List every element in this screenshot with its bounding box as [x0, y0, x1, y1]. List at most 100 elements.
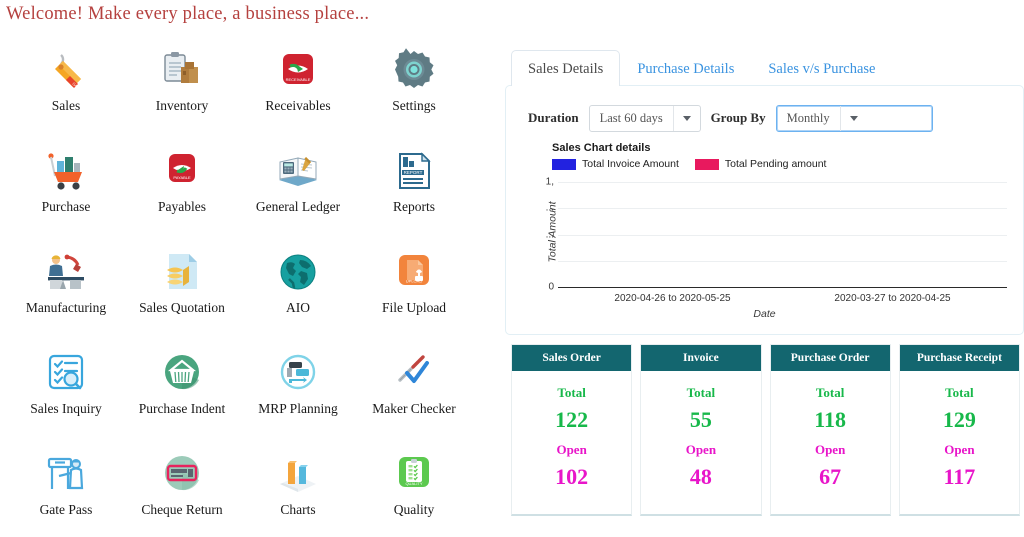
module-label: Maker Checker — [372, 401, 456, 416]
module-tile-purchase-indent[interactable]: Purchase Indent — [124, 341, 240, 442]
upload-file-icon: UPLOAD — [388, 246, 440, 298]
duration-label: Duration — [528, 110, 579, 125]
svg-text:REPORT: REPORT — [404, 170, 423, 175]
svg-text:UPLOAD: UPLOAD — [406, 279, 423, 284]
tab-purchase-details[interactable]: Purchase Details — [620, 50, 751, 87]
legend-label: Total Invoice Amount — [582, 158, 679, 170]
y-tick-label: ... — [545, 202, 554, 214]
module-tile-inventory[interactable]: Inventory — [124, 38, 240, 139]
module-tile-settings[interactable]: Settings — [356, 38, 472, 139]
groupby-label: Group By — [710, 110, 766, 125]
sale-tag-icon: SALE — [40, 44, 92, 96]
duration-select-value: Last 60 days — [599, 110, 663, 125]
groupby-select[interactable]: Monthly — [775, 104, 933, 132]
legend-label: Total Pending amount — [724, 158, 827, 170]
summary-card-sales-order[interactable]: Sales Order Total 122 Open 102 — [511, 344, 633, 516]
module-tile-file-upload[interactable]: UPLOAD File Upload — [356, 240, 472, 341]
module-label: File Upload — [381, 300, 447, 315]
module-tile-sales-inquiry[interactable]: Sales Inquiry — [8, 341, 124, 442]
module-label: Sales Inquiry — [30, 401, 102, 416]
module-label: Settings — [392, 98, 436, 113]
welcome-message: Welcome! Make every place, a business pl… — [6, 4, 370, 24]
module-label: MRP Planning — [258, 401, 338, 416]
module-label: General Ledger — [255, 199, 341, 214]
dashboard-page: Welcome! Make every place, a business pl… — [0, 0, 1024, 537]
payable-icon: PAYABLE — [156, 145, 208, 197]
x-tick-label: 2020-03-27 to 2020-04-25 — [834, 293, 951, 304]
gate-pass-icon — [40, 448, 92, 500]
globe-icon — [272, 246, 324, 298]
card-open-label: Open — [685, 442, 717, 457]
module-tile-mrp-planning[interactable]: MRP Planning — [240, 341, 356, 442]
groupby-select-value: Monthly — [786, 110, 830, 125]
module-tile-cheque-return[interactable]: Cheque Return — [124, 442, 240, 537]
card-total-value: 122 — [555, 407, 589, 432]
report-document-icon: REPORT — [388, 145, 440, 197]
module-label: Cheque Return — [141, 502, 223, 517]
card-total-label: Total — [815, 385, 845, 400]
factory-worker-icon — [40, 246, 92, 298]
quality-clipboard-icon: QUALITY — [388, 448, 440, 500]
card-open-value: 48 — [689, 464, 712, 489]
tab-panel-sales-details: Duration Last 60 days Group By Monthly S… — [505, 85, 1024, 335]
module-tile-maker-checker[interactable]: Maker Checker — [356, 341, 472, 442]
summary-card-purchase-order[interactable]: Purchase Order Total 118 Open 67 — [769, 344, 891, 516]
card-open-value: 67 — [819, 464, 842, 489]
chart-filters: Duration Last 60 days Group By Monthly — [518, 96, 1011, 138]
chart-title: Sales Chart details — [552, 142, 651, 154]
module-label: Quality — [393, 502, 435, 517]
module-tile-reports[interactable]: REPORT Reports — [356, 139, 472, 240]
card-total-value: 118 — [814, 407, 847, 432]
module-label: Receivables — [265, 98, 331, 113]
quotation-document-icon — [156, 246, 208, 298]
y-tick-label: 0 — [548, 281, 554, 293]
module-tile-payables[interactable]: PAYABLE Payables — [124, 139, 240, 240]
legend-item-pending[interactable]: Total Pending amount — [694, 158, 827, 170]
checklist-search-icon — [40, 347, 92, 399]
module-tile-purchase[interactable]: Purchase — [8, 139, 124, 240]
module-tile-sales-quotation[interactable]: Sales Quotation — [124, 240, 240, 341]
module-tile-aio[interactable]: AIO — [240, 240, 356, 341]
y-tick-label: 1, — [545, 176, 554, 188]
svg-text:PAYABLE: PAYABLE — [173, 175, 191, 180]
module-label: Inventory — [155, 98, 209, 113]
summary-cards: Sales Order Total 122 Open 102 Invoice T… — [505, 344, 1024, 516]
tab-sales-details[interactable]: Sales Details — [511, 49, 621, 86]
x-tick-label: 2020-04-26 to 2020-05-25 — [614, 293, 731, 304]
module-label: Sales Quotation — [139, 300, 225, 315]
card-open-label: Open — [944, 442, 975, 457]
legend-item-invoice[interactable]: Total Invoice Amount — [552, 158, 679, 170]
module-label: Manufacturing — [25, 300, 107, 315]
bar-chart-icon — [272, 448, 324, 500]
chart-plot-area: 1, ... ... 0 2020-04-26 to 2020-05-25 20… — [546, 177, 1007, 304]
gridline — [558, 234, 1007, 236]
module-tile-gate-pass[interactable]: Gate Pass — [8, 442, 124, 537]
module-label: Purchase Indent — [138, 401, 226, 416]
svg-text:QUALITY: QUALITY — [405, 481, 422, 486]
summary-card-invoice[interactable]: Invoice Total 55 Open 48 — [640, 344, 762, 516]
module-label: AIO — [286, 300, 310, 315]
tab-sales-vs-purchase[interactable]: Sales v/s Purchase — [751, 50, 892, 87]
card-open-label: Open — [556, 442, 587, 457]
module-tile-general-ledger[interactable]: General Ledger — [240, 139, 356, 240]
chain-check-icon — [388, 347, 440, 399]
duration-select[interactable]: Last 60 days — [588, 104, 701, 132]
summary-card-purchase-receipt[interactable]: Purchase Receipt Total 129 Open 117 — [898, 344, 1020, 516]
chevron-down-icon — [841, 106, 867, 131]
module-label: Purchase — [41, 199, 91, 214]
module-label: Payables — [158, 199, 206, 214]
module-tile-charts[interactable]: Charts — [240, 442, 356, 537]
module-label: Reports — [393, 199, 435, 214]
module-tile-receivables[interactable]: RECEIVABLE Receivables — [240, 38, 356, 139]
chart-x-axis-label: Date — [753, 308, 776, 320]
shopping-cart-icon — [40, 145, 92, 197]
cheque-icon — [156, 448, 208, 500]
svg-text:RECEIVABLE: RECEIVABLE — [286, 77, 311, 82]
gear-icon — [388, 44, 440, 96]
module-label: Gate Pass — [39, 502, 93, 517]
card-title: Purchase Order — [770, 345, 890, 371]
module-label: Charts — [280, 502, 316, 517]
module-tile-quality[interactable]: QUALITY Quality — [356, 442, 472, 537]
module-tile-manufacturing[interactable]: Manufacturing — [8, 240, 124, 341]
module-tile-sales[interactable]: SALE Sales — [8, 38, 124, 139]
